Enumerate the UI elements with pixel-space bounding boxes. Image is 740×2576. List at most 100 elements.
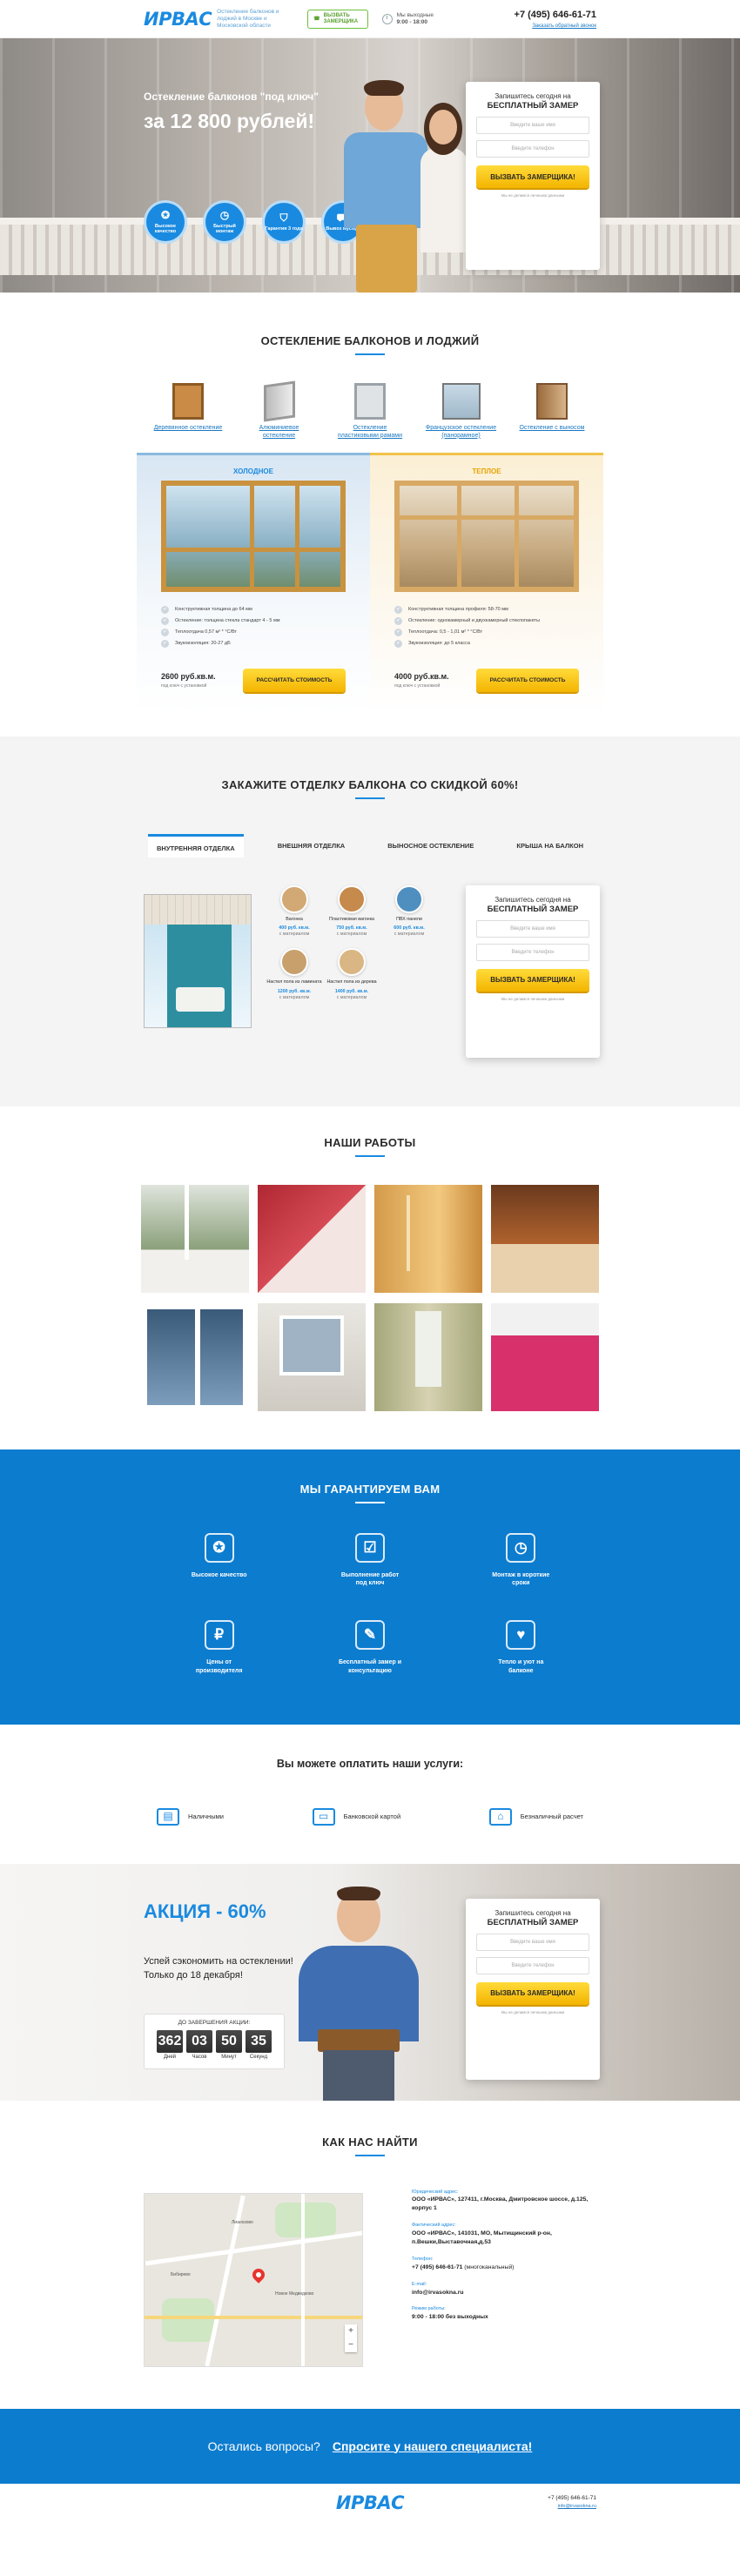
guarantee-item: ✎ Бесплатный замер и консультацию	[294, 1620, 445, 1675]
phone-icon: ☎	[313, 16, 320, 22]
site-footer: ИРВАС +7 (495) 646-61-71 info@irvasokna.…	[0, 2483, 740, 2522]
payment-section: Вы можете оплатить наши услуги: ▤ Наличны…	[0, 1725, 740, 1864]
promo-form: Запишитесь сегодня на БЕСПЛАТНЫЙ ЗАМЕР В…	[466, 1898, 600, 2080]
work-photo[interactable]	[141, 1302, 249, 1411]
guarantee-title: МЫ ГАРАНТИРУЕМ ВАМ	[299, 1482, 441, 1496]
material-item[interactable]: Пластиковая вагонка 750 руб. кв.м. с мате…	[323, 884, 380, 938]
questions-banner: Остались вопросы? Спросите у нашего спец…	[0, 2408, 740, 2484]
contact-hours: 9:00 - 18:00 без выходных	[412, 2314, 488, 2321]
warm-calc-button[interactable]: РАССЧИТАТЬ СТОИМОСТЬ	[476, 668, 579, 692]
material-item[interactable]: ПВХ панели 600 руб. кв.м. с материалом	[380, 884, 438, 938]
footer-email[interactable]: info@irvasokna.ru	[558, 2504, 596, 2509]
card-icon: ▭	[312, 1807, 335, 1826]
guarantee-item: ♥ Тепло и уют на балконе	[446, 1620, 596, 1675]
cold-glazing-card: ХОЛОДНОЕ Конструктивная толщина до 64 мм…	[137, 452, 370, 714]
type-wood[interactable]: Деревянное остекление	[152, 383, 224, 441]
promo-section: АКЦИЯ - 60% Успей сэкономить на остеклен…	[0, 1863, 740, 2101]
pvc-panel-icon	[395, 884, 423, 913]
materials-list: Вагонка 400 руб. кв.м. с материалом Пласт…	[266, 884, 440, 1001]
phone-input[interactable]: Введите телефон	[476, 943, 589, 961]
questions-text: Остались вопросы?	[207, 2438, 320, 2453]
piggy-bank-icon: ₽	[204, 1620, 234, 1651]
type-panoramic[interactable]: Французское остекление (панорамное)	[426, 383, 497, 441]
name-input[interactable]: Введите ваше имя	[476, 1933, 589, 1951]
name-input[interactable]: Введите ваше имя	[476, 919, 589, 938]
material-item[interactable]: Настил пола из дерева 1400 руб. кв.м. с м…	[323, 948, 380, 1001]
payment-title: Вы можете оплатить наши услуги:	[276, 1757, 464, 1770]
timer-minutes: 50 Минут	[216, 2029, 242, 2060]
guarantee-item: ✪ Высокое качество	[144, 1532, 294, 1588]
contacts-section: КАК НАС НАЙТИ Лианозово Новое Медведково…	[0, 2101, 740, 2409]
footer-phone[interactable]: +7 (495) 646-61-71	[548, 2494, 596, 2502]
ask-specialist-link[interactable]: Спросите у нашего специалиста!	[333, 2439, 533, 2453]
type-plastic[interactable]: Остекление пластиковыми рамами	[334, 383, 406, 441]
glazing-title: ОСТЕКЛЕНИЕ БАЛКОНОВ И ЛОДЖИЙ	[260, 334, 480, 347]
finish-title: ЗАКАЖИТЕ ОТДЕЛКУ БАЛКОНА СО СКИДКОЙ 60%!	[221, 777, 519, 791]
extended-window-icon	[536, 383, 568, 420]
material-item[interactable]: Вагонка 400 руб. кв.м. с материалом	[266, 884, 323, 938]
warm-glazing-card: ТЕПЛОЕ Конструктивная толщина профиля: 5…	[370, 452, 603, 714]
badge-quality: ✪ Высокое качество	[144, 200, 187, 244]
work-photo[interactable]	[491, 1302, 599, 1411]
plastic-frame-icon	[354, 383, 386, 420]
type-extended[interactable]: Остекление с выносом	[516, 383, 588, 441]
work-photo[interactable]	[374, 1302, 482, 1411]
cold-glazing-photo	[161, 480, 346, 592]
contact-email[interactable]: info@irvasokna.ru	[412, 2289, 603, 2297]
glazing-section: ОСТЕКЛЕНИЕ БАЛКОНОВ И ЛОДЖИЙ Деревянное …	[0, 293, 740, 714]
name-input[interactable]: Введите ваше имя	[476, 117, 589, 134]
promo-worker-photo	[293, 1886, 424, 2101]
wood-floor-icon	[338, 948, 366, 977]
tab-exterior[interactable]: ВНЕШНЯЯ ОТДЕЛКА	[269, 834, 353, 858]
laminate-icon	[280, 948, 308, 977]
header-phone[interactable]: +7 (495) 646-61-71	[515, 10, 596, 20]
tab-interior[interactable]: ВНУТРЕННЯЯ ОТДЕЛКА	[148, 833, 244, 858]
material-item[interactable]: Настил пола из ламината 1200 руб. кв.м. с…	[266, 948, 323, 1001]
map-zoom-control[interactable]: + −	[345, 2324, 357, 2352]
shield-icon: ⛉	[279, 211, 288, 224]
call-measurer-button[interactable]: ВЫЗВАТЬ ЗАМЕРЩИКА!	[476, 968, 589, 992]
work-photo[interactable]	[374, 1184, 482, 1293]
warm-features: Конструктивная толщина профиля: 58-70 мм…	[394, 604, 579, 649]
map-pin-icon[interactable]	[250, 2265, 267, 2283]
phone-input[interactable]: Введите телефон	[476, 1956, 589, 1974]
warm-glazing-photo	[394, 480, 579, 592]
tab-roof[interactable]: КРЫША НА БАЛКОН	[508, 834, 592, 858]
contact-phone[interactable]: +7 (495) 646-61-71	[412, 2264, 462, 2270]
works-gallery	[141, 1184, 599, 1411]
call-measurer-button[interactable]: ВЫЗВАТЬ ЗАМЕРЩИКА!	[476, 1981, 589, 2005]
type-aluminum[interactable]: Алюминиевое остекление	[244, 380, 315, 441]
callback-link[interactable]: Заказать обратный звонок	[532, 24, 596, 29]
call-measurer-header-button[interactable]: ☎ Вызвать замерщика	[307, 10, 368, 29]
location-map[interactable]: Лианозово Новое Медведково Бибирево + −	[144, 2192, 363, 2367]
cold-calc-button[interactable]: РАССЧИТАТЬ СТОИМОСТЬ	[243, 668, 346, 692]
work-photo[interactable]	[258, 1184, 366, 1293]
hero-title: за 12 800 рублей!	[144, 110, 315, 132]
clipboard-icon: ☑	[354, 1532, 385, 1563]
timer-seconds: 35 Секунд	[246, 2029, 272, 2060]
guarantee-item: ◷ Монтаж в короткие сроки	[446, 1532, 596, 1588]
warm-price: 4000 руб.кв.м.	[394, 671, 449, 681]
contact-details: Юридический адрес: ООО «ИРВАС», 127411, …	[412, 2189, 603, 2323]
guarantee-items: ✪ Высокое качество ☑ Выполнение работ под …	[144, 1532, 596, 1676]
call-measurer-button[interactable]: ВЫЗВАТЬ ЗАМЕРЩИКА!	[476, 165, 589, 188]
work-photo[interactable]	[491, 1184, 599, 1293]
work-photo[interactable]	[258, 1302, 366, 1411]
logo[interactable]: ИРВАС	[144, 9, 212, 30]
work-photo[interactable]	[141, 1184, 249, 1293]
footer-logo[interactable]: ИРВАС	[336, 2492, 405, 2513]
legal-address: ООО «ИРВАС», 127411, г.Москва, Дмитровск…	[412, 2196, 589, 2212]
hero-subtitle: Остекление балконов "под ключ"	[144, 91, 319, 103]
clock-icon	[381, 14, 393, 24]
clock-icon: ◷	[219, 208, 230, 221]
medal-icon: ✪	[160, 208, 171, 221]
tab-extended-glazing[interactable]: ВЫНОСНОЕ ОСТЕКЛЕНИЕ	[379, 834, 482, 858]
payment-methods: ▤ Наличными ▭ Банковской картой ⌂ Безналичн…	[157, 1807, 583, 1826]
promo-title: АКЦИЯ - 60%	[144, 1900, 266, 1922]
phone-input[interactable]: Введите телефон	[476, 140, 589, 158]
payment-cash: ▤ Наличными	[157, 1807, 224, 1826]
works-section: НАШИ РАБОТЫ	[0, 1106, 740, 1449]
payment-bank: ⌂ Безналичный расчет	[488, 1807, 583, 1826]
guarantee-item: ☑ Выполнение работ под ключ	[294, 1532, 445, 1588]
guarantee-item: ₽ Цены от производителя	[144, 1620, 294, 1675]
